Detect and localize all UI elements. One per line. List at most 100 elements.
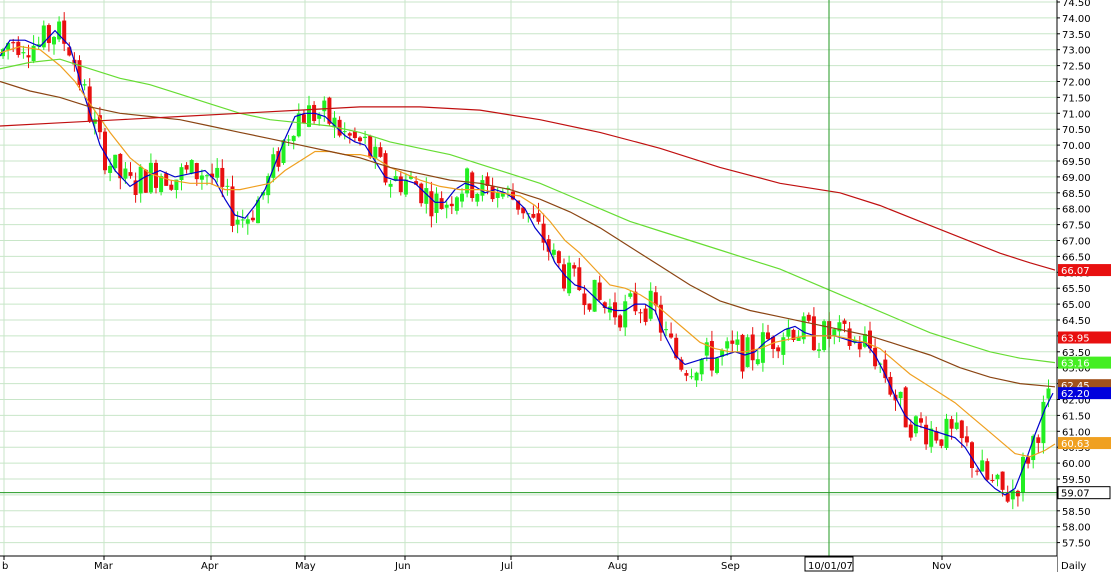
candle-body <box>1036 437 1041 443</box>
price-tick-label: 68.50 <box>1062 189 1091 200</box>
candle-body <box>919 418 923 423</box>
cursor-date-label: 10/01/07 <box>808 561 853 572</box>
candle-body <box>954 422 959 429</box>
value-tag-label: 63.16 <box>1061 359 1090 370</box>
candle-body <box>342 131 347 133</box>
candle-body <box>230 186 235 226</box>
candle-body <box>898 391 903 399</box>
candle-body <box>148 162 153 193</box>
candle-body <box>495 192 500 198</box>
candle-body <box>868 330 872 349</box>
candle-body <box>199 175 204 180</box>
candle-body <box>291 135 296 142</box>
value-tag-label: 62.20 <box>1061 389 1090 400</box>
crosshair <box>0 0 1057 556</box>
candle-body <box>664 329 668 331</box>
candle-body <box>444 204 449 208</box>
candle-body <box>194 163 199 180</box>
candle-body <box>766 332 770 340</box>
candle-body <box>378 147 383 157</box>
ma-line <box>0 29 1054 496</box>
candle-body <box>980 460 985 472</box>
moving-averages <box>0 29 1056 496</box>
stock-chart: 74.50 74.00 73.50 73.00 72.50 72.00 71.50 71.00… <box>0 0 1111 572</box>
candle-body <box>11 42 16 44</box>
candle-body <box>225 185 230 187</box>
candle-body <box>143 169 148 193</box>
candle-body <box>623 301 628 328</box>
month-label: Aug <box>608 561 628 572</box>
candle-body <box>536 213 541 222</box>
candle-body <box>352 131 357 139</box>
month-label: Jul <box>500 561 513 572</box>
candle-body <box>842 320 847 324</box>
candle-body <box>434 193 439 213</box>
price-tick-label: 74.50 <box>1062 0 1091 9</box>
price-tick-label: 72.50 <box>1062 62 1091 73</box>
price-tick-label: 71.50 <box>1062 93 1091 104</box>
candle-body <box>699 358 704 375</box>
candle-body <box>1010 490 1015 500</box>
month-label: Apr <box>201 561 219 572</box>
price-tick-label: 66.50 <box>1062 252 1091 263</box>
candle-body <box>715 358 719 373</box>
candle-body <box>301 114 306 124</box>
candle-body <box>490 186 495 200</box>
value-tag-label: 63.95 <box>1061 333 1090 344</box>
candle-body <box>454 197 459 211</box>
candle-body <box>215 167 220 178</box>
candle-body <box>776 347 781 352</box>
candle-body <box>296 113 301 137</box>
candle-body <box>128 172 133 176</box>
price-tick-label: 73.50 <box>1062 30 1091 41</box>
price-tick-label: 70.00 <box>1062 141 1091 152</box>
candle-body <box>388 183 393 187</box>
candle-body <box>618 315 623 328</box>
candle-body <box>82 84 87 86</box>
month-label: b <box>2 561 8 572</box>
ma-line <box>0 58 1056 364</box>
candle-body <box>572 265 577 269</box>
candle-body <box>817 349 821 351</box>
candle-body <box>949 419 954 429</box>
candle-body <box>903 387 908 428</box>
candle-body <box>964 436 969 443</box>
candle-body <box>750 334 755 361</box>
candle-body <box>551 249 556 255</box>
candle-body <box>929 428 934 447</box>
candle-body <box>597 282 602 300</box>
time-axis-background <box>0 556 1057 572</box>
candle-body <box>220 167 225 187</box>
candle-body <box>460 193 464 202</box>
time-axis: b Mar Apr May Jun Jul Aug Sep Nov 10/01/07 Daily <box>0 555 1086 572</box>
price-tick-label: 57.50 <box>1062 539 1091 550</box>
candle-body <box>480 180 485 196</box>
candle-body <box>684 373 689 376</box>
candle-body <box>582 293 587 306</box>
candle-body <box>944 418 949 449</box>
candle-body <box>21 52 26 54</box>
candle-body <box>250 217 255 221</box>
candle-body <box>735 339 740 345</box>
price-tick-label: 69.00 <box>1062 173 1091 184</box>
candle-body <box>429 191 434 217</box>
price-tick-label: 74.00 <box>1062 14 1091 25</box>
month-label: Mar <box>94 561 114 572</box>
ma-line <box>0 106 1056 271</box>
candle-body <box>358 137 362 142</box>
price-tick-label: 61.50 <box>1062 411 1091 422</box>
candle-body <box>995 474 1000 480</box>
price-tick-label: 65.00 <box>1062 300 1091 311</box>
candle-body <box>806 314 811 321</box>
candle-body <box>46 25 51 44</box>
candle-body <box>123 168 128 179</box>
candle-body <box>403 179 408 195</box>
candle-body <box>556 251 561 264</box>
candle-body <box>398 176 403 193</box>
value-tag-label: 66.07 <box>1061 266 1090 277</box>
candle-body <box>587 303 592 310</box>
candle-body <box>16 41 21 55</box>
price-tick-label: 69.50 <box>1062 157 1091 168</box>
value-tag-label: 60.63 <box>1061 439 1090 450</box>
candle-body <box>990 479 995 481</box>
